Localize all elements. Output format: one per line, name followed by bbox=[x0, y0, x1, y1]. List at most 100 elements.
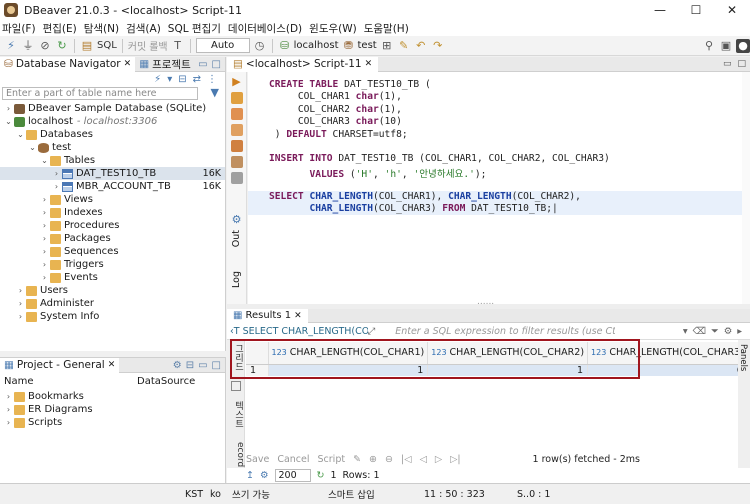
first-page-icon[interactable]: |◁ bbox=[401, 454, 412, 465]
close-tab-icon[interactable]: ✕ bbox=[108, 360, 116, 370]
link-editor-icon[interactable]: ⇄ bbox=[193, 74, 201, 85]
tree-item[interactable]: › Users bbox=[0, 284, 225, 297]
tab-database-navigator[interactable]: ⛁ Database Navigator ✕ bbox=[0, 56, 136, 72]
execute-script-icon[interactable] bbox=[230, 108, 243, 120]
chevron-down-icon[interactable]: ⌄ bbox=[28, 143, 37, 152]
panels-tab[interactable]: Panels bbox=[738, 344, 748, 371]
menu-edit[interactable]: 편집(E) bbox=[43, 21, 77, 36]
new-connection-icon[interactable]: ⚡ bbox=[154, 74, 161, 85]
chevron-right-icon[interactable]: › bbox=[40, 221, 49, 230]
transaction-mode-select[interactable]: Auto bbox=[195, 38, 250, 53]
format-icon[interactable]: ⊞ bbox=[380, 39, 394, 53]
collapse-all-icon[interactable]: ⊟ bbox=[186, 360, 194, 371]
tools-icon[interactable]: ✎ bbox=[397, 39, 411, 53]
close-tab-icon[interactable]: ✕ bbox=[365, 59, 373, 69]
fetch-size-icon[interactable]: ⚙ bbox=[260, 470, 269, 481]
menu-window[interactable]: 윈도우(W) bbox=[309, 21, 357, 36]
connect-icon[interactable]: ⏚ bbox=[21, 39, 35, 53]
tree-item[interactable]: › Events bbox=[0, 271, 225, 284]
rollback-button[interactable]: 롤백 bbox=[149, 38, 167, 53]
settings-icon[interactable]: ⚙ bbox=[173, 360, 182, 371]
tab-projects[interactable]: ▦ 프로젝트 bbox=[135, 57, 195, 72]
results-filter-input[interactable]: Enter a SQL expression to filter results… bbox=[395, 326, 615, 337]
minimize-panel-icon[interactable]: ▭ bbox=[723, 59, 732, 69]
chevron-right-icon[interactable]: › bbox=[4, 405, 13, 414]
active-schema-selector[interactable]: ⛃ test bbox=[342, 39, 377, 53]
chevron-right-icon[interactable]: › bbox=[40, 260, 49, 269]
maximize-panel-icon[interactable]: □ bbox=[212, 360, 221, 371]
chevron-down-icon[interactable]: ⌄ bbox=[40, 156, 49, 165]
user-avatar-icon[interactable]: ● bbox=[736, 38, 750, 53]
project-item[interactable]: › Bookmarks bbox=[0, 390, 225, 403]
tree-item[interactable]: ⌄ localhost - localhost:3306 bbox=[0, 115, 225, 128]
minimize-button[interactable]: — bbox=[642, 0, 678, 20]
maximize-button[interactable]: ☐ bbox=[678, 0, 714, 20]
project-item[interactable]: › ER Diagrams bbox=[0, 403, 225, 416]
tab-script-11[interactable]: ▤ <localhost> Script-11 ✕ bbox=[227, 56, 379, 72]
refresh-icon[interactable]: ↻ bbox=[55, 39, 69, 53]
chevron-down-icon[interactable]: ⌄ bbox=[4, 117, 13, 126]
sql-editor[interactable]: CREATE TABLE DAT_TEST10_TB ( COL_CHAR1 c… bbox=[248, 72, 742, 304]
forward-icon[interactable]: ↷ bbox=[431, 39, 445, 53]
tree-item[interactable]: › DBeaver Sample Database (SQLite) bbox=[0, 102, 225, 115]
chevron-right-icon[interactable]: › bbox=[40, 208, 49, 217]
tree-item[interactable]: › DAT_TEST10_TB 16K bbox=[0, 167, 225, 180]
close-button[interactable]: ✕ bbox=[714, 0, 750, 20]
chevron-right-icon[interactable]: › bbox=[52, 169, 61, 178]
disconnect-icon[interactable]: ⊘ bbox=[38, 39, 52, 53]
chevron-right-icon[interactable]: › bbox=[40, 195, 49, 204]
back-icon[interactable]: ↶ bbox=[414, 39, 428, 53]
next-page-icon[interactable]: ▷ bbox=[435, 454, 442, 465]
prev-page-icon[interactable]: ◁ bbox=[420, 454, 427, 465]
menu-sql-editor[interactable]: SQL 편집기 bbox=[168, 21, 221, 36]
transaction-mode-icon[interactable]: T bbox=[171, 39, 185, 53]
commit-button[interactable]: 커밋 bbox=[128, 38, 146, 53]
menu-file[interactable]: 파일(F) bbox=[2, 21, 36, 36]
explain-plan-icon[interactable] bbox=[230, 140, 243, 152]
tree-item[interactable]: › Triggers bbox=[0, 258, 225, 271]
menu-search[interactable]: 검색(A) bbox=[126, 21, 161, 36]
menu-help[interactable]: 도움말(H) bbox=[364, 21, 409, 36]
delete-row-icon[interactable]: ⊖ bbox=[385, 454, 393, 465]
text-view-icon[interactable] bbox=[230, 381, 241, 391]
close-tab-icon[interactable]: ✕ bbox=[124, 59, 132, 69]
cancel-button[interactable]: Cancel bbox=[277, 454, 309, 465]
filter-settings-icon[interactable]: ⚙ bbox=[724, 326, 733, 337]
tree-item[interactable]: › MBR_ACCOUNT_TB 16K bbox=[0, 180, 225, 193]
sql-button[interactable]: SQL bbox=[97, 40, 117, 51]
tree-item[interactable]: › System Info bbox=[0, 310, 225, 323]
execute-in-new-tab-icon[interactable] bbox=[230, 92, 243, 104]
refresh-icon[interactable]: ↻ bbox=[317, 470, 325, 481]
table-filter-input[interactable]: Enter a part of table name here ▼ bbox=[2, 87, 219, 100]
last-page-icon[interactable]: ▷| bbox=[450, 454, 461, 465]
project-item[interactable]: › Scripts bbox=[0, 416, 225, 429]
chevron-right-icon[interactable]: › bbox=[40, 247, 49, 256]
output-tab[interactable]: Out bbox=[231, 230, 243, 247]
tree-item[interactable]: ⌄ Tables bbox=[0, 154, 225, 167]
script-button[interactable]: Script bbox=[318, 454, 346, 465]
tab-project-general[interactable]: ▦ Project - General ✕ bbox=[0, 357, 120, 373]
tree-item[interactable]: › Indexes bbox=[0, 206, 225, 219]
chevron-right-icon[interactable]: › bbox=[16, 299, 25, 308]
view-menu-icon[interactable]: ⋮ bbox=[207, 74, 217, 85]
tree-item[interactable]: › Packages bbox=[0, 232, 225, 245]
search-icon[interactable]: ⚲ bbox=[702, 39, 716, 53]
log-tab[interactable]: Log bbox=[231, 271, 243, 288]
filter-history-icon[interactable]: ⏷ bbox=[711, 326, 719, 337]
tree-item[interactable]: ⌄ Databases bbox=[0, 128, 225, 141]
chevron-right-icon[interactable]: › bbox=[40, 273, 49, 282]
minimize-panel-icon[interactable]: ▭ bbox=[198, 59, 207, 70]
collapse-all-icon[interactable]: ⊟ bbox=[178, 74, 186, 85]
execute-statement-icon[interactable]: ▶ bbox=[231, 76, 243, 88]
record-view-tab[interactable]: ecord bbox=[227, 442, 245, 467]
execute-script-new-tab-icon[interactable] bbox=[230, 124, 243, 136]
chevron-right-icon[interactable]: › bbox=[52, 182, 61, 191]
tree-item[interactable]: › Views bbox=[0, 193, 225, 206]
filter-dropdown-icon[interactable]: ▾ bbox=[683, 326, 688, 337]
tree-item[interactable]: › Administer bbox=[0, 297, 225, 310]
apply-filter-icon[interactable]: ▸ bbox=[737, 326, 742, 337]
filter-connections-icon[interactable]: ▾ bbox=[167, 74, 172, 85]
chevron-right-icon[interactable]: › bbox=[16, 286, 25, 295]
editor-scrollbar[interactable] bbox=[742, 72, 750, 304]
expand-filter-icon[interactable]: ⤢ bbox=[368, 326, 376, 337]
